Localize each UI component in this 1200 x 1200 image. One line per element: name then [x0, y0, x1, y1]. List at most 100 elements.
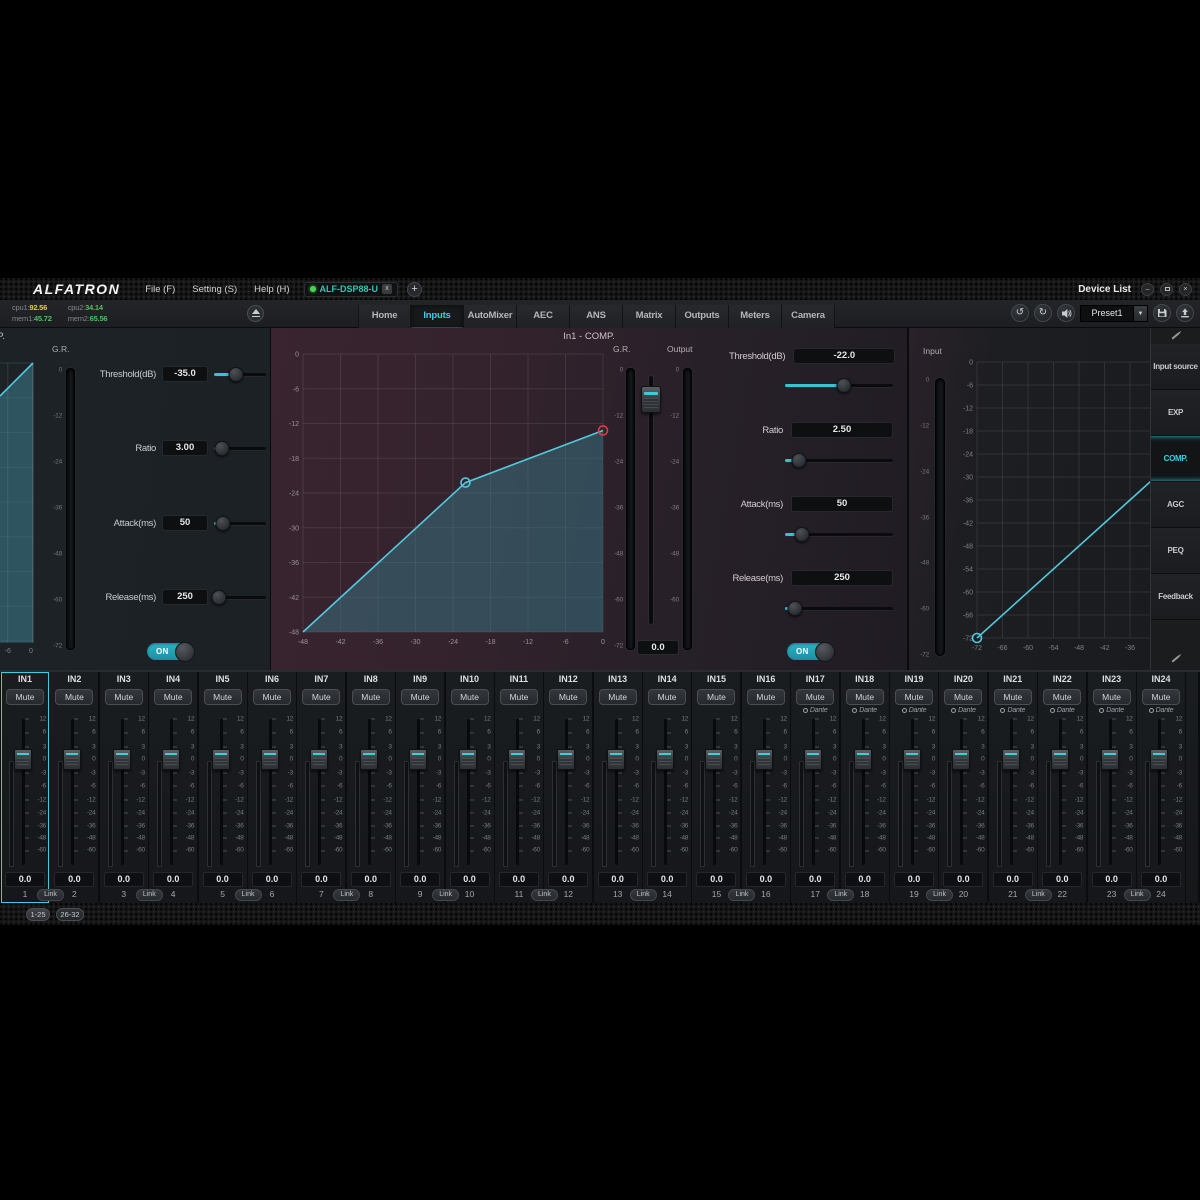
fader-cap[interactable] [211, 749, 230, 771]
fader-cap[interactable] [656, 749, 675, 771]
fader-cap[interactable] [458, 749, 477, 771]
page-tab-26-32[interactable]: 26-32 [56, 908, 84, 921]
sidebar-item-peq[interactable]: PEQ [1151, 528, 1200, 574]
fader-cap[interactable] [1100, 749, 1119, 771]
channel-strip-in11[interactable]: IN11 Mute 12 6 3 0 -3 -6 -12 -24 -36 -48 -60 0.0 11 Lin… [494, 672, 558, 903]
channel-fader[interactable]: 12 6 3 0 -3 -6 -12 -24 -36 -48 -60 [497, 715, 541, 870]
link-button[interactable]: Link [432, 889, 460, 901]
channel-fader[interactable]: 12 6 3 0 -3 -6 -12 -24 -36 -48 -60 [645, 715, 689, 870]
fader-cap[interactable] [507, 749, 526, 771]
fader-cap[interactable] [112, 749, 131, 771]
slider-knob[interactable] [228, 366, 244, 382]
menu-help[interactable]: Help (H) [254, 284, 289, 295]
channel-strip-in12[interactable]: IN12 Mute 12 6 3 0 -3 -6 -12 -24 -36 -48 -60 0.0 12 [544, 672, 593, 903]
fader-cap[interactable] [260, 749, 279, 771]
tab-home[interactable]: Home [358, 305, 411, 328]
link-button[interactable]: Link [234, 889, 262, 901]
mute-button[interactable]: Mute [944, 689, 983, 705]
redo-button[interactable]: ↻ [1034, 304, 1052, 322]
channel-strip-in9[interactable]: IN9 Mute 12 6 3 0 -3 -6 -12 -24 -36 -48 -60 0.0 9 Link [396, 672, 460, 903]
channel-fader[interactable]: 12 6 3 0 -3 -6 -12 -24 -36 -48 -60 [843, 715, 887, 870]
mute-button[interactable]: Mute [1092, 689, 1131, 705]
slider-knob[interactable] [836, 378, 852, 393]
sidebar-item-exp[interactable]: EXP [1151, 390, 1200, 436]
device-list-button[interactable]: Device List [1078, 284, 1131, 295]
param-slider[interactable] [211, 589, 266, 605]
tab-matrix[interactable]: Matrix [623, 305, 676, 328]
save-preset-button[interactable] [1153, 304, 1171, 322]
close-icon[interactable]: × [1179, 282, 1192, 296]
channel-fader[interactable]: 12 6 3 0 -3 -6 -12 -24 -36 -48 -60 [744, 715, 788, 870]
fader-cap[interactable] [63, 749, 82, 771]
channel-fader[interactable]: 12 6 3 0 -3 -6 -12 -24 -36 -48 -60 [349, 715, 393, 870]
tab-inputs[interactable]: Inputs [411, 305, 464, 328]
sidebar-item-feedback[interactable]: Feedback [1151, 574, 1200, 620]
fader-cap[interactable] [804, 749, 823, 771]
link-button[interactable]: Link [530, 889, 558, 901]
device-tab[interactable]: ALF-DSP88-U x [303, 281, 399, 297]
channel-fader[interactable]: 12 6 3 0 -3 -6 -12 -24 -36 -48 -60 [596, 715, 640, 870]
mute-button[interactable]: Mute [450, 689, 489, 705]
fader-cap[interactable] [162, 749, 181, 771]
channel-fader[interactable]: 12 6 3 0 -3 -6 -12 -24 -36 -48 -60 [546, 715, 590, 870]
channel-strip-in5[interactable]: IN5 Mute 12 6 3 0 -3 -6 -12 -24 -36 -48 -60 0.0 5 Link [198, 672, 262, 903]
slider-knob[interactable] [794, 527, 810, 542]
channel-strip-in13[interactable]: IN13 Mute 12 6 3 0 -3 -6 -12 -24 -36 -48 -60 0.0 13 Lin… [593, 672, 657, 903]
param-slider[interactable] [214, 515, 266, 531]
mute-button[interactable]: Mute [993, 689, 1032, 705]
channel-strip-in2[interactable]: IN2 Mute 12 6 3 0 -3 -6 -12 -24 -36 -48 -60 0.0 2 [50, 672, 99, 903]
channel-strip-in19[interactable]: IN19 Mute Dante 12 6 3 0 -3 -6 -12 -24 -36 -48 -60 0.0… [890, 672, 954, 903]
slider-knob[interactable] [211, 589, 227, 605]
channel-fader[interactable]: 12 6 3 0 -3 -6 -12 -24 -36 -48 -60 [398, 715, 442, 870]
tab-camera[interactable]: Camera [782, 305, 835, 328]
fader-cap[interactable] [409, 749, 428, 771]
param-slider[interactable] [785, 527, 893, 542]
sidebar-top-edit-icon[interactable] [1151, 328, 1200, 344]
link-button[interactable]: Link [1123, 889, 1151, 901]
mute-button[interactable]: Mute [1141, 689, 1180, 705]
fader-cap[interactable] [606, 749, 625, 771]
link-button[interactable]: Link [728, 889, 756, 901]
mute-button[interactable]: Mute [1043, 689, 1082, 705]
channel-strip-in1[interactable]: IN1 Mute 12 6 3 0 -3 -6 -12 -24 -36 -48 -60 0.0 1 Link [1, 672, 64, 903]
fader-cap[interactable] [1051, 749, 1070, 771]
mute-button[interactable]: Mute [845, 689, 884, 705]
slider-knob[interactable] [215, 515, 231, 531]
channel-fader[interactable]: 12 6 3 0 -3 -6 -12 -24 -36 -48 -60 [299, 715, 343, 870]
toggle-knob[interactable] [175, 641, 195, 662]
link-button[interactable]: Link [926, 889, 954, 901]
channel-strip-in8[interactable]: IN8 Mute 12 6 3 0 -3 -6 -12 -24 -36 -48 -60 0.0 8 [346, 672, 395, 903]
fader-cap[interactable] [14, 749, 32, 771]
slider-knob[interactable] [787, 601, 803, 616]
link-button[interactable]: Link [333, 889, 361, 901]
channel-strip-in20[interactable]: IN20 Mute Dante 12 6 3 0 -3 -6 -12 -24 -36 -48 -60 0.0… [939, 672, 988, 903]
sidebar-item-comp-[interactable]: COMP. [1151, 436, 1200, 482]
toggle-knob[interactable] [815, 641, 835, 662]
mute-button[interactable]: Mute [499, 689, 538, 705]
channel-fader[interactable]: 12 6 3 0 -3 -6 -12 -24 -36 -48 -60 [3, 715, 47, 870]
mute-button[interactable]: Mute [746, 689, 785, 705]
fader-cap[interactable] [1001, 749, 1020, 771]
chevron-down-icon[interactable]: ▼ [1134, 304, 1148, 322]
mute-button[interactable]: Mute [351, 689, 390, 705]
fader-cap[interactable] [952, 749, 971, 771]
minimize-icon[interactable]: – [1141, 282, 1154, 296]
channel-fader[interactable]: 12 6 3 0 -3 -6 -12 -24 -36 -48 -60 [201, 715, 245, 870]
page-tab-1-25[interactable]: 1-25 [26, 908, 50, 921]
sidebar-item-agc[interactable]: AGC [1151, 482, 1200, 528]
fader-cap[interactable] [754, 749, 773, 771]
mute-button[interactable]: Mute [154, 689, 193, 705]
param-slider[interactable] [785, 601, 893, 616]
mute-button[interactable]: Mute [549, 689, 588, 705]
channel-strip-in10[interactable]: IN10 Mute 12 6 3 0 -3 -6 -12 -24 -36 -48 -60 0.0 10 [445, 672, 494, 903]
channel-fader[interactable]: 12 6 3 0 -3 -6 -12 -24 -36 -48 -60 [1139, 715, 1183, 870]
fader-cap[interactable] [705, 749, 724, 771]
fader-cap[interactable] [1149, 749, 1168, 771]
channel-fader[interactable]: 12 6 3 0 -3 -6 -12 -24 -36 -48 -60 [102, 715, 146, 870]
mute-button[interactable]: Mute [6, 689, 44, 705]
exp-on-toggle[interactable]: ON [147, 641, 195, 662]
mute-button[interactable]: Mute [401, 689, 440, 705]
channel-fader[interactable]: 12 6 3 0 -3 -6 -12 -24 -36 -48 -60 [151, 715, 195, 870]
slider-knob[interactable] [791, 453, 807, 468]
output-fader[interactable] [641, 372, 661, 632]
